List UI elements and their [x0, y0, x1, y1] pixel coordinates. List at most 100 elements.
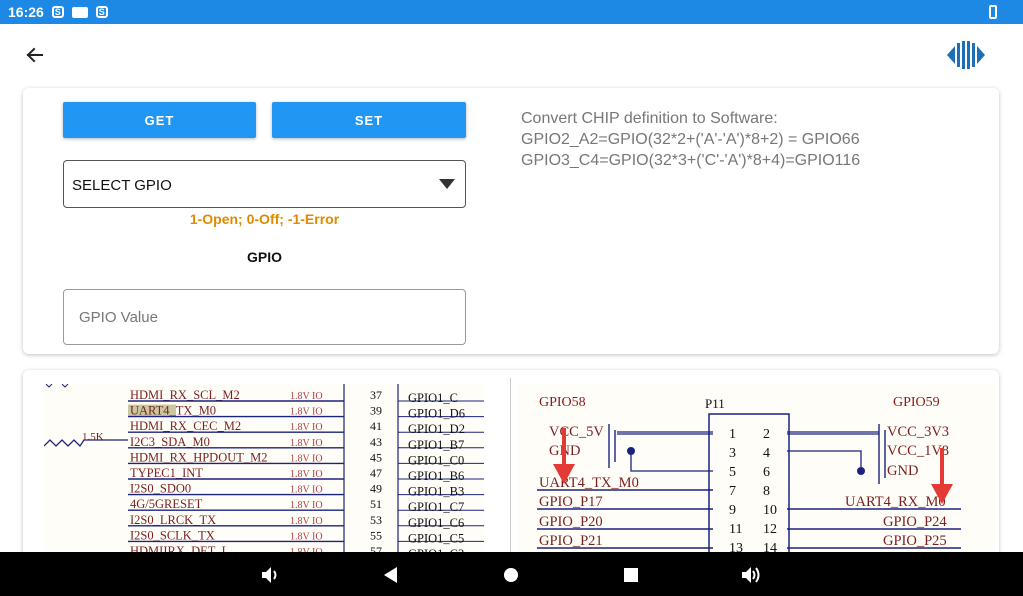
gpio-port-label: GPIO1_B6	[408, 469, 464, 483]
connector-pin-right: 8	[763, 484, 770, 499]
volume-up-icon[interactable]	[740, 564, 762, 586]
recents-square-icon[interactable]	[620, 564, 642, 586]
gpio-port-label: GPIO1_D6	[408, 407, 465, 421]
schematic-row: I2S0_LRCK_TX 1.8V IO 53 GPIO1_C6	[128, 513, 484, 530]
gpio-port-label: GPIO1_B3	[408, 485, 464, 499]
schematic-row: HDMI_RX_CEC_M2 1.8V IO 41 GPIO1_D2	[128, 419, 484, 436]
net-label: I2S0_SCLK_TX	[130, 528, 215, 542]
status-time: 16:26	[8, 4, 44, 20]
connector-pin-left: 9	[729, 503, 736, 518]
gpio-port-label: GPIO1_C7	[408, 500, 464, 514]
schematic-divider	[510, 378, 511, 560]
dvr-icon	[71, 6, 88, 18]
net-label-left: GPIO_P20	[539, 514, 603, 530]
pin-number: 55	[370, 528, 382, 542]
gpio-title: GPIO	[246, 249, 282, 265]
net-label-left: UART4_TX_M0	[539, 475, 639, 491]
back-arrow-icon[interactable]	[20, 40, 50, 70]
schematic-left-svg: 1.5K HDMI_RX_SCL_M2 1.8V IO 37 GPIO1_CUART4…	[44, 384, 484, 560]
gpio-select[interactable]: SELECT GPIO	[63, 160, 466, 208]
gpio-select-value: SELECT GPIO	[72, 177, 172, 194]
connector-pin-right: 10	[763, 503, 777, 518]
schematic-row: HDMI_RX_SCL_M2 1.8V IO 37 GPIO1_C	[128, 388, 484, 405]
schematic-row: UART4_TX_M0 1.8V IO 39 GPIO1_D6	[128, 404, 484, 421]
pin-number: 53	[370, 513, 382, 527]
info-line-1: Convert CHIP definition to Software:	[521, 110, 778, 127]
schematic-row: 4G/5GRESET 1.8V IO 51 GPIO1_C7	[128, 497, 484, 514]
volume-down-icon[interactable]	[259, 564, 281, 586]
connector-label: P11	[705, 396, 725, 411]
status-legend: 1-Open; 0-Off; -1-Error	[189, 211, 340, 227]
net-label-right: UART4_RX_M0	[845, 494, 946, 510]
net-label: HDMI_RX_CEC_M2	[130, 419, 241, 433]
net-label-left: GPIO_P21	[539, 533, 603, 549]
connector-pin-right: 12	[763, 522, 777, 537]
brand-logo-icon	[947, 41, 985, 69]
schematic-row: I2S0_SDO0 1.8V IO 49 GPIO1_B3	[128, 482, 484, 499]
net-label: UART4_TX_M0	[130, 404, 216, 418]
pin-number: 49	[370, 482, 382, 496]
schematic-right-svg: GPIO58 GPIO59 P11 1357911132468101214VCC…	[537, 395, 961, 560]
pin-number: 45	[370, 450, 382, 464]
gpio-port-label: GPIO1_B7	[408, 438, 464, 452]
schematic-left: 1.5K HDMI_RX_SCL_M2 1.8V IO 37 GPIO1_C UART4…	[44, 384, 484, 560]
net-label-right: VCC_1V8	[887, 443, 949, 459]
info-line-3: GPIO3_C4=GPIO(32*3+('C'-'A')*8+4)=GPIO11…	[521, 152, 861, 169]
connector-pin-left: 7	[729, 484, 736, 499]
gpio-right-label: GPIO59	[893, 395, 940, 410]
pin-number: 39	[370, 404, 382, 418]
connector-pin-left: 3	[729, 446, 736, 461]
net-label-right: VCC_3V3	[887, 424, 949, 440]
net-label: I2S0_LRCK_TX	[130, 513, 216, 527]
pin-number: 43	[370, 435, 382, 449]
gpio-port-label: GPIO1_D2	[408, 422, 465, 436]
app-bar	[0, 24, 1023, 86]
schematic-right: GPIO58 GPIO59 P11 1 3 5 7 9 11 13 2 4 6 8 10 12 14 VCC…	[517, 384, 995, 560]
gpio-port-label: GPIO1_C6	[408, 516, 464, 530]
navigation-bar	[0, 552, 1023, 596]
connector-pin-right: 6	[763, 465, 770, 480]
pin-number: 41	[370, 419, 382, 433]
net-label-left: VCC_5V	[549, 424, 604, 440]
connector-pin-right: 4	[763, 446, 770, 461]
connector-pin-left: 1	[729, 427, 736, 442]
capacitor-left-icon	[608, 424, 616, 468]
gpio-port-label: GPIO1_C5	[408, 531, 464, 545]
dropdown-caret-icon	[439, 179, 455, 189]
get-button[interactable]: GET	[63, 102, 256, 138]
schematic-row: TYPEC1_INT 1.8V IO 47 GPIO1_B6	[128, 466, 484, 483]
connector-box	[708, 413, 790, 560]
connector-pin-left: 11	[729, 522, 742, 537]
schematic-row: HDMI_RX_HPDOUT_M2 1.8V IO 45 GPIO1_C0	[128, 450, 484, 467]
pin-number: 37	[370, 388, 382, 402]
schematic-row: I2S0_SCLK_TX 1.8V IO 55 GPIO1_C5	[128, 528, 484, 545]
net-label-right: GPIO_P25	[883, 533, 947, 549]
pin-number: 47	[370, 466, 382, 480]
home-circle-icon[interactable]	[500, 564, 522, 586]
info-line-2: GPIO2_A2=GPIO(32*2+('A'-'A')*8+2) = GPIO…	[521, 131, 860, 148]
net-label: I2S0_SDO0	[130, 482, 191, 496]
gpio-left-label: GPIO58	[539, 395, 586, 410]
schematic-row: I2C3_SDA_M0 1.8V IO 43 GPIO1_B7	[128, 435, 484, 452]
gpio-control-card: GET SET SELECT GPIO 1-Open; 0-Off; -1-Er…	[23, 88, 999, 354]
connector-pin-left: 5	[729, 465, 736, 480]
conversion-info: Convert CHIP definition to Software: GPI…	[521, 108, 860, 171]
top-markers-icon	[45, 384, 69, 388]
net-label: HDMI_RX_HPDOUT_M2	[130, 450, 268, 464]
net-label-right: GPIO_P24	[883, 514, 947, 530]
net-label: TYPEC1_INT	[130, 466, 203, 480]
schematic-card: 1.5K HDMI_RX_SCL_M2 1.8V IO 37 GPIO1_C UART4…	[23, 370, 999, 560]
set-button[interactable]: SET	[272, 102, 466, 138]
net-label-left: GPIO_P17	[539, 494, 603, 510]
gpio-port-label: GPIO1_C0	[408, 453, 464, 467]
net-label: 4G/5GRESET	[130, 497, 203, 511]
capacitor-right-icon	[878, 424, 886, 484]
net-label: I2C3_SDA_M0	[130, 435, 210, 449]
s-icon: S	[51, 6, 64, 18]
gpio-value-input[interactable]	[63, 289, 466, 345]
back-triangle-icon[interactable]	[380, 564, 402, 586]
net-label: HDMI_RX_SCL_M2	[130, 388, 240, 402]
net-label-right: GND	[887, 463, 918, 479]
gpio-port-label: GPIO1_C	[408, 391, 458, 405]
status-bar: 16:26 S S	[0, 0, 1023, 24]
